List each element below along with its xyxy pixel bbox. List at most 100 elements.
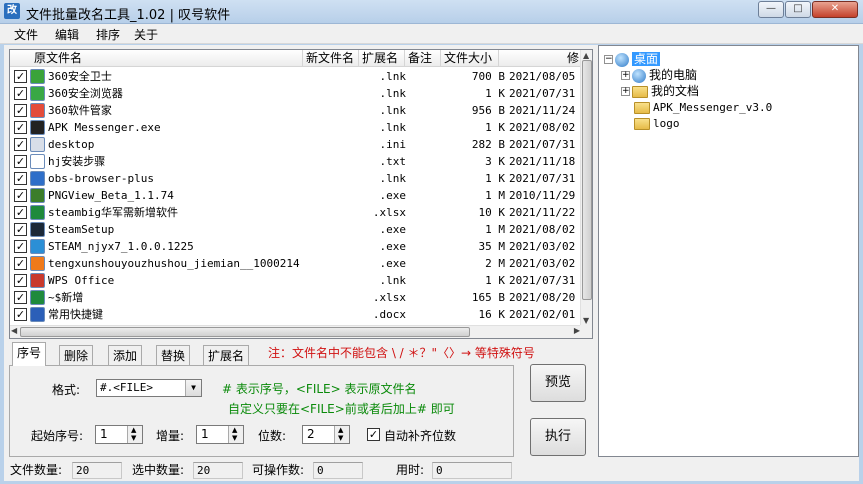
tab-sequence[interactable]: 序号 — [12, 342, 47, 366]
row-checkbox[interactable]: ✓ — [14, 172, 27, 185]
col-file-size[interactable]: 文件大小 — [441, 50, 499, 67]
row-checkbox[interactable]: ✓ — [14, 291, 27, 304]
stepper-buttons[interactable]: ▲ ▼ — [228, 426, 243, 443]
row-checkbox[interactable]: ✓ — [14, 87, 27, 100]
table-row[interactable]: ✓ 360安全卫士 .lnk 700 B 2021/08/05 1 — [10, 68, 582, 85]
row-checkbox[interactable]: ✓ — [14, 206, 27, 219]
table-row[interactable]: ✓ desktop .ini 282 B 2021/07/31 1 — [10, 136, 582, 153]
file-name: 360软件管家 — [48, 104, 112, 117]
increment-label: 增量: — [156, 429, 185, 443]
tab-delete[interactable]: 删除 — [59, 345, 94, 366]
file-modified-date: 2021/08/20 0 — [509, 291, 582, 304]
file-icon — [30, 154, 45, 169]
scroll-down-icon[interactable]: ▼ — [583, 316, 589, 325]
scroll-left-icon[interactable]: ◀ — [11, 326, 17, 335]
row-checkbox[interactable]: ✓ — [14, 223, 27, 236]
tab-add[interactable]: 添加 — [108, 345, 143, 366]
row-checkbox[interactable]: ✓ — [14, 70, 27, 83]
file-size: 1 K — [485, 172, 505, 185]
menu-edit[interactable]: 编辑 — [55, 26, 79, 43]
tree-item-logo[interactable]: logo — [634, 115, 680, 131]
col-extension[interactable]: 扩展名 — [359, 50, 405, 67]
row-checkbox[interactable]: ✓ — [14, 308, 27, 321]
tab-extension[interactable]: 扩展名 — [203, 345, 250, 366]
folder-icon — [634, 117, 650, 130]
tree-item-apk-messenger[interactable]: APK_Messenger_v3.0 — [634, 99, 772, 115]
row-checkbox[interactable]: ✓ — [14, 138, 27, 151]
stepper-buttons[interactable]: ▲ ▼ — [127, 426, 142, 443]
file-extension: .xlsx — [372, 206, 406, 219]
list-vscroll-thumb[interactable] — [582, 60, 592, 300]
row-checkbox[interactable]: ✓ — [14, 189, 27, 202]
format-combobox[interactable]: #.<FILE> ▼ — [96, 379, 202, 397]
preview-button[interactable]: 预览 — [530, 364, 586, 402]
step-up-icon[interactable]: ▲ — [232, 427, 237, 434]
close-button[interactable]: ✕ — [812, 1, 858, 18]
table-row[interactable]: ✓ 360软件管家 .lnk 956 B 2021/11/24 1 — [10, 102, 582, 119]
row-checkbox[interactable]: ✓ — [14, 274, 27, 287]
sequence-panel: 格式: #.<FILE> ▼ # 表示序号，<FILE> 表示原文件名 自定义只… — [9, 365, 514, 457]
file-modified-date: 2021/11/18 1 — [509, 155, 582, 168]
col-note[interactable]: 备注 — [405, 50, 441, 67]
dropdown-arrow-icon[interactable]: ▼ — [185, 380, 201, 396]
list-hscroll-thumb[interactable] — [20, 327, 470, 337]
step-down-icon[interactable]: ▼ — [232, 435, 237, 442]
tree-item-my-documents[interactable]: + 我的文档 — [621, 83, 699, 99]
expand-icon[interactable]: + — [621, 71, 630, 80]
col-original-name[interactable]: 原文件名 — [10, 50, 303, 67]
table-row[interactable]: ✓ PNGView_Beta_1.1.74 .exe 1 M 2010/11/29 2 — [10, 187, 582, 204]
list-vertical-scrollbar[interactable]: ▲ ▼ — [580, 50, 592, 326]
table-row[interactable]: ✓ 360安全浏览器 .lnk 1 K 2021/07/31 1 — [10, 85, 582, 102]
table-row[interactable]: ✓ 常用快捷键 .docx 16 K 2021/02/01 0 — [10, 306, 582, 323]
file-extension: .lnk — [379, 274, 407, 287]
desktop-icon — [615, 52, 629, 67]
file-list[interactable]: 原文件名 新文件名 扩展名 备注 文件大小 修 ✓ 360安全卫士 .lnk 700 … — [9, 49, 593, 339]
tab-replace[interactable]: 替换 — [156, 345, 191, 366]
row-checkbox[interactable]: ✓ — [14, 104, 27, 117]
file-size: 16 K — [478, 308, 506, 321]
scroll-up-icon[interactable]: ▲ — [583, 51, 589, 60]
maximize-button[interactable]: □ — [785, 1, 811, 18]
increment-stepper[interactable]: 1 ▲ ▼ — [196, 425, 244, 444]
stepper-buttons[interactable]: ▲ ▼ — [334, 426, 349, 443]
row-checkbox[interactable]: ✓ — [14, 257, 27, 270]
expand-icon[interactable]: + — [621, 87, 630, 96]
table-row[interactable]: ✓ ~$新增 .xlsx 165 B 2021/08/20 0 — [10, 289, 582, 306]
menu-sort[interactable]: 排序 — [96, 26, 120, 43]
digits-stepper[interactable]: 2 ▲ ▼ — [302, 425, 350, 444]
step-up-icon[interactable]: ▲ — [338, 427, 343, 434]
start-number-stepper[interactable]: 1 ▲ ▼ — [95, 425, 143, 444]
tree-root-desktop[interactable]: − 桌面 — [604, 51, 661, 67]
step-up-icon[interactable]: ▲ — [131, 427, 136, 434]
file-extension: .xlsx — [372, 291, 406, 304]
col-new-name[interactable]: 新文件名 — [303, 50, 359, 67]
table-row[interactable]: ✓ STEAM_njyx7_1.0.0.1225 .exe 35 M 2021/03/0… — [10, 238, 582, 255]
table-row[interactable]: ✓ WPS Office .lnk 1 K 2021/07/31 1 — [10, 272, 582, 289]
file-name: obs-browser-plus — [48, 172, 154, 185]
table-row[interactable]: ✓ SteamSetup .exe 1 M 2021/08/02 1 — [10, 221, 582, 238]
minimize-button[interactable]: — — [758, 1, 784, 18]
table-row[interactable]: ✓ APK Messenger.exe .lnk 1 K 2021/08/02 0 — [10, 119, 582, 136]
file-extension: .lnk — [379, 104, 407, 117]
row-checkbox[interactable]: ✓ — [14, 240, 27, 253]
folder-tree[interactable]: − 桌面 + 我的电脑 + 我的文档 APK_Messenger_v3.0 logo — [598, 45, 859, 457]
auto-pad-checkbox[interactable]: ✓ — [367, 428, 380, 441]
table-row[interactable]: ✓ hj安装步骤 .txt 3 K 2021/11/18 1 — [10, 153, 582, 170]
table-row[interactable]: ✓ obs-browser-plus .lnk 1 K 2021/07/31 1 — [10, 170, 582, 187]
execute-button[interactable]: 执行 — [530, 418, 586, 456]
table-row[interactable]: ✓ steambig华军需新增软件 .xlsx 10 K 2021/11/22 1 — [10, 204, 582, 221]
table-row[interactable]: ✓ tengxunshouyouzhushou_jiemian__10002146… — [10, 255, 582, 272]
menu-file[interactable]: 文件 — [14, 26, 38, 43]
file-name: 360安全浏览器 — [48, 87, 123, 100]
file-size: 956 B — [471, 104, 505, 117]
tree-item-label: APK_Messenger_v3.0 — [653, 101, 773, 114]
row-checkbox[interactable]: ✓ — [14, 155, 27, 168]
collapse-icon[interactable]: − — [604, 55, 613, 64]
step-down-icon[interactable]: ▼ — [131, 435, 136, 442]
list-horizontal-scrollbar[interactable]: ◀ ▶ — [10, 325, 582, 338]
tree-item-my-computer[interactable]: + 我的电脑 — [621, 67, 697, 83]
row-checkbox[interactable]: ✓ — [14, 121, 27, 134]
step-down-icon[interactable]: ▼ — [338, 435, 343, 442]
col-modified[interactable]: 修 — [499, 50, 582, 67]
menu-about[interactable]: 关于 — [134, 26, 158, 43]
